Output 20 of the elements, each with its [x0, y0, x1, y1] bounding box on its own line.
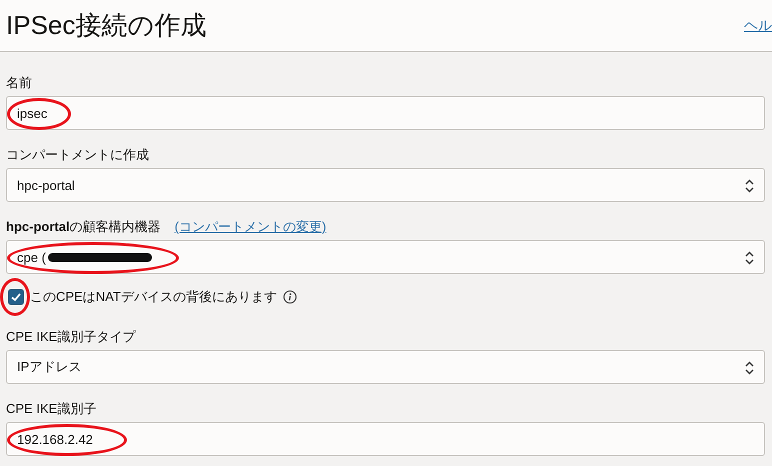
field-label: コンパートメントに作成: [6, 146, 149, 164]
caret-icon: [745, 361, 754, 375]
select-field[interactable]: IPアドレス: [6, 350, 765, 384]
field-label: CPE IKE識別子: [6, 400, 96, 418]
info-icon[interactable]: [282, 290, 297, 304]
select-field[interactable]: hpc-portal: [6, 168, 765, 202]
field-label: 名前: [6, 74, 32, 92]
checkmark-icon: [10, 291, 22, 303]
checkbox-label: このCPEはNATデバイスの背後にあります: [30, 288, 277, 306]
input-field[interactable]: ipsec: [6, 96, 765, 130]
page-title: IPSec接続の作成: [6, 9, 206, 42]
caret-icon: [745, 179, 754, 193]
input-field[interactable]: 192.168.2.42: [6, 422, 765, 456]
change-compartment-link[interactable]: (コンパートメントの変更): [174, 218, 326, 236]
field-label: CPE IKE識別子タイプ: [6, 328, 136, 346]
select-field[interactable]: cpe (: [6, 240, 765, 274]
caret-icon: [745, 251, 754, 265]
help-link[interactable]: ヘル: [744, 16, 772, 34]
field-label: hpc-portalの顧客構内機器: [6, 218, 161, 236]
checkbox[interactable]: [8, 289, 24, 305]
